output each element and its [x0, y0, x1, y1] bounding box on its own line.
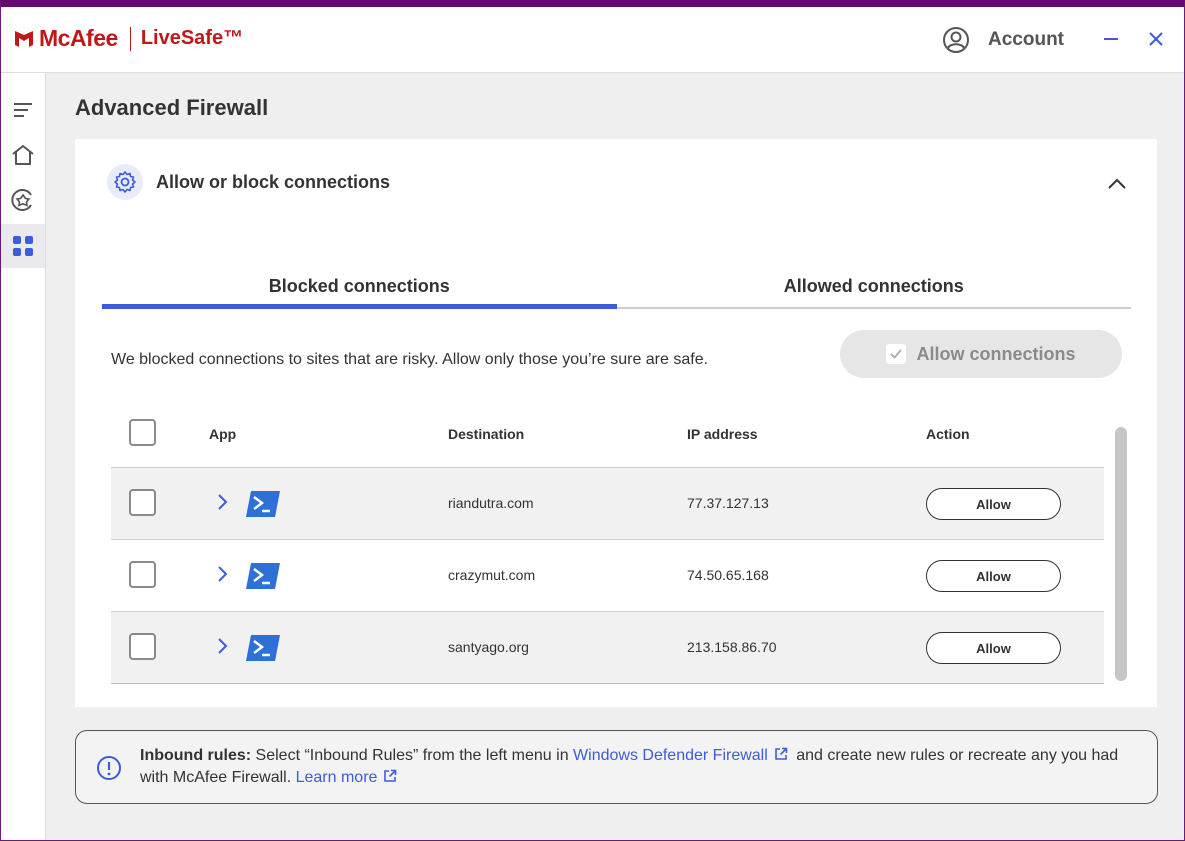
card-title: Allow or block connections — [156, 172, 391, 192]
allow-connections-label: Allow connections — [916, 343, 1076, 364]
sidebar-item-home[interactable] — [1, 133, 45, 177]
apps-grid-icon — [13, 236, 33, 256]
inbound-rules-banner: Inbound rules: Select “Inbound Rules” fr… — [75, 730, 1158, 804]
sidebar-item-protection[interactable] — [1, 178, 45, 222]
title-bar: McAfee LiveSafe™ Account — [1, 7, 1184, 73]
allow-button[interactable]: Allow — [926, 488, 1061, 520]
table-row: riandutra.com 77.37.127.13 Allow — [111, 468, 1104, 540]
mcafee-logo: McAfee LiveSafe™ — [13, 25, 243, 52]
powershell-icon — [246, 563, 280, 589]
home-icon — [12, 145, 34, 165]
ip-cell: 77.37.127.13 — [687, 495, 769, 511]
settings-gear-icon — [107, 164, 143, 200]
ip-cell: 74.50.65.168 — [687, 567, 769, 583]
info-text-part1: Select “Inbound Rules” from the left men… — [251, 747, 574, 764]
powershell-icon — [246, 491, 280, 517]
logo-divider — [129, 26, 131, 51]
select-all-checkbox[interactable] — [129, 419, 156, 446]
sidebar-item-apps[interactable] — [1, 224, 45, 268]
page-title: Advanced Firewall — [75, 95, 269, 120]
external-link-icon[interactable] — [383, 769, 397, 783]
column-header-ip: IP address — [687, 426, 758, 442]
column-header-destination: Destination — [448, 426, 525, 442]
info-icon — [97, 756, 121, 780]
app-window: McAfee LiveSafe™ Account Advanced Firewa… — [0, 0, 1185, 841]
table-row: santyago.org 213.158.86.70 Allow — [111, 612, 1104, 684]
row-checkbox[interactable] — [129, 633, 156, 660]
inbound-rules-title: Inbound rules: — [140, 747, 252, 764]
inbound-rules-text: Inbound rules: Select “Inbound Rules” fr… — [140, 745, 1130, 789]
connection-tabs: Blocked connections Allowed connections — [102, 259, 1131, 309]
menu-icon — [14, 103, 32, 117]
chevron-right-icon[interactable] — [215, 564, 229, 584]
chevron-up-icon[interactable] — [1105, 174, 1129, 194]
allow-button[interactable]: Allow — [926, 560, 1061, 592]
tab-blocked-connections[interactable]: Blocked connections — [102, 259, 617, 309]
account-button[interactable]: Account — [942, 26, 1064, 54]
brand-name: McAfee — [39, 25, 118, 51]
table-header: App Destination IP address Action — [111, 407, 1104, 468]
tab-allowed-connections[interactable]: Allowed connections — [617, 259, 1132, 307]
account-label: Account — [988, 29, 1064, 50]
windows-defender-link[interactable]: Windows Defender Firewall — [573, 747, 768, 764]
powershell-icon — [246, 635, 280, 661]
destination-cell: riandutra.com — [448, 495, 534, 511]
allow-connections-button[interactable]: Allow connections — [840, 330, 1122, 378]
protection-icon — [11, 189, 32, 211]
row-checkbox[interactable] — [129, 489, 156, 516]
firewall-card: Allow or block connections Blocked conne… — [75, 139, 1157, 707]
product-name: LiveSafe™ — [140, 27, 244, 49]
external-link-icon[interactable] — [774, 747, 788, 761]
ip-cell: 213.158.86.70 — [687, 639, 777, 655]
account-icon — [943, 27, 969, 53]
row-checkbox[interactable] — [129, 561, 156, 588]
connections-table: App Destination IP address Action riandu… — [111, 407, 1104, 684]
mcafee-shield-icon — [15, 30, 33, 47]
sidebar-item-menu[interactable] — [1, 88, 45, 132]
sidebar — [1, 73, 46, 840]
column-header-action: Action — [926, 426, 970, 442]
chevron-right-icon[interactable] — [215, 492, 229, 512]
minimize-button[interactable] — [1099, 27, 1123, 51]
destination-cell: crazymut.com — [448, 567, 536, 583]
learn-more-link[interactable]: Learn more — [296, 769, 378, 786]
blocked-description: We blocked connections to sites that are… — [111, 351, 709, 368]
check-icon — [886, 344, 907, 364]
close-button[interactable] — [1144, 27, 1168, 51]
destination-cell: santyago.org — [448, 639, 529, 655]
table-scrollbar[interactable] — [1115, 427, 1127, 681]
table-row: crazymut.com 74.50.65.168 Allow — [111, 540, 1104, 612]
chevron-right-icon[interactable] — [215, 636, 229, 656]
allow-button[interactable]: Allow — [926, 632, 1061, 664]
column-header-app: App — [209, 426, 237, 442]
